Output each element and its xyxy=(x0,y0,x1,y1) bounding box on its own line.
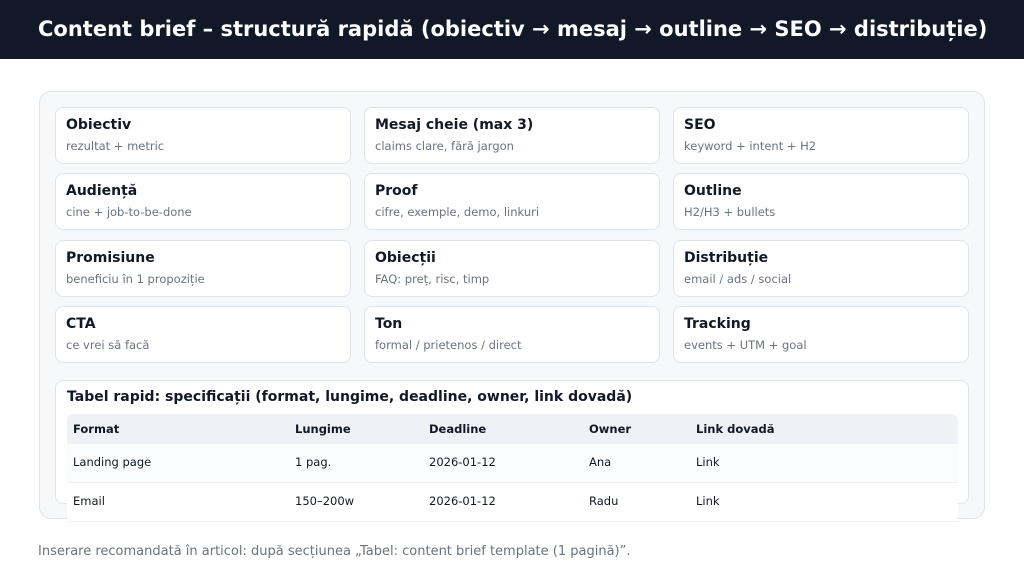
card-seo: SEO keyword + intent + H2 xyxy=(673,107,969,164)
column-header-format: Format xyxy=(73,422,120,436)
card-title: Promisiune xyxy=(66,250,155,266)
card-mesaj-cheie: Mesaj cheie (max 3) claims clare, fără j… xyxy=(364,107,660,164)
card-title: SEO xyxy=(684,117,716,133)
card-title: Audiență xyxy=(66,183,138,199)
table-title: Tabel rapid: specificații (format, lungi… xyxy=(67,389,633,405)
card-outline: Outline H2/H3 + bullets xyxy=(673,173,969,230)
table-header-row xyxy=(67,414,958,444)
card-title: Tracking xyxy=(684,316,751,332)
table-cell: 150–200w xyxy=(295,494,355,508)
card-cta: CTA ce vrei să facă xyxy=(55,306,351,363)
card-audienta: Audiență cine + job-to-be-done xyxy=(55,173,351,230)
table-row xyxy=(67,444,958,483)
card-subtitle: formal / prietenos / direct xyxy=(375,338,522,352)
card-title: Outline xyxy=(684,183,742,199)
table-cell-link[interactable]: Link xyxy=(696,494,720,508)
card-subtitle: ce vrei să facă xyxy=(66,338,150,352)
card-subtitle: claims clare, fără jargon xyxy=(375,139,514,153)
card-title: Obiecții xyxy=(375,250,436,266)
card-subtitle: cine + job-to-be-done xyxy=(66,205,192,219)
card-subtitle: H2/H3 + bullets xyxy=(684,205,776,219)
card-proof: Proof cifre, exemple, demo, linkuri xyxy=(364,173,660,230)
table-cell-link[interactable]: Link xyxy=(696,455,720,469)
column-header-owner: Owner xyxy=(589,422,632,436)
card-obiectiv: Obiectiv rezultat + metric xyxy=(55,107,351,164)
card-subtitle: cifre, exemple, demo, linkuri xyxy=(375,205,540,219)
card-title: Proof xyxy=(375,183,418,199)
card-title: Ton xyxy=(375,316,403,332)
column-header-link: Link dovadă xyxy=(696,422,775,436)
card-subtitle: beneficiu în 1 propoziție xyxy=(66,272,205,286)
table-cell: Landing page xyxy=(73,455,152,469)
table-cell: 1 pag. xyxy=(295,455,332,469)
table-cell: Ana xyxy=(589,455,612,469)
card-title: CTA xyxy=(66,316,96,332)
column-header-deadline: Deadline xyxy=(429,422,487,436)
card-subtitle: FAQ: preț, risc, timp xyxy=(375,272,490,286)
card-ton: Ton formal / prietenos / direct xyxy=(364,306,660,363)
card-title: Distribuție xyxy=(684,250,769,266)
page-title: Content brief – structură rapidă (obiect… xyxy=(0,0,1024,59)
card-title: Mesaj cheie (max 3) xyxy=(375,117,534,133)
card-obiectii: Obiecții FAQ: preț, risc, timp xyxy=(364,240,660,297)
card-subtitle: email / ads / social xyxy=(684,272,792,286)
table-cell: 2026-01-12 xyxy=(429,494,496,508)
card-subtitle: rezultat + metric xyxy=(66,139,165,153)
card-distributie: Distribuție email / ads / social xyxy=(673,240,969,297)
card-subtitle: keyword + intent + H2 xyxy=(684,139,817,153)
table-cell: Radu xyxy=(589,494,619,508)
card-subtitle: events + UTM + goal xyxy=(684,338,807,352)
table-row xyxy=(67,483,958,522)
footer-note: Inserare recomandată în articol: după se… xyxy=(38,544,631,559)
column-header-lungime: Lungime xyxy=(295,422,351,436)
table-cell: Email xyxy=(73,494,105,508)
card-title: Obiectiv xyxy=(66,117,132,133)
card-tracking: Tracking events + UTM + goal xyxy=(673,306,969,363)
card-promisiune: Promisiune beneficiu în 1 propoziție xyxy=(55,240,351,297)
table-cell: 2026-01-12 xyxy=(429,455,496,469)
